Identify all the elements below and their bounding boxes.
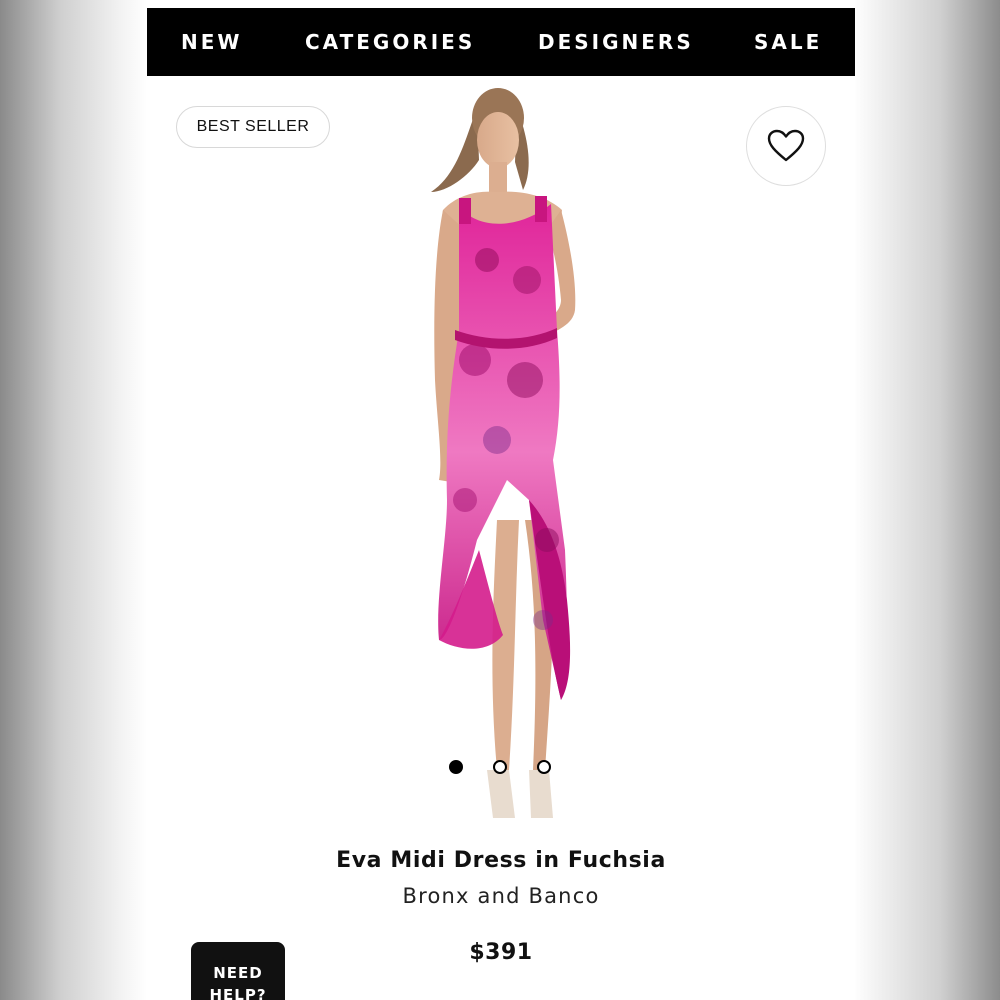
nav-designers[interactable]: DESIGNERS: [538, 8, 694, 76]
wishlist-button[interactable]: [746, 106, 826, 186]
image-carousel-dots: [449, 760, 559, 776]
need-help-button[interactable]: NEED HELP?: [191, 942, 285, 1000]
nav-sale[interactable]: SALE: [754, 8, 822, 76]
carousel-dot-2[interactable]: [493, 760, 507, 774]
nav-categories[interactable]: CATEGORIES: [305, 8, 475, 76]
heart-icon: [767, 129, 805, 162]
product-title: Eva Midi Dress in Fuchsia: [336, 848, 666, 873]
carousel-dot-1[interactable]: [449, 760, 463, 774]
best-seller-badge: BEST SELLER: [176, 106, 330, 148]
need-help-line1: NEED: [213, 964, 263, 982]
product-page: NEW CATEGORIES DESIGNERS SALE BEST SELLE…: [147, 0, 855, 1000]
main-nav: NEW CATEGORIES DESIGNERS SALE: [147, 8, 855, 76]
nav-new[interactable]: NEW: [181, 8, 242, 76]
top-gap: [147, 0, 855, 8]
need-help-line2: HELP?: [209, 986, 267, 1000]
carousel-dot-3[interactable]: [537, 760, 551, 774]
product-brand[interactable]: Bronx and Banco: [147, 884, 855, 908]
product-image[interactable]: [347, 80, 667, 835]
